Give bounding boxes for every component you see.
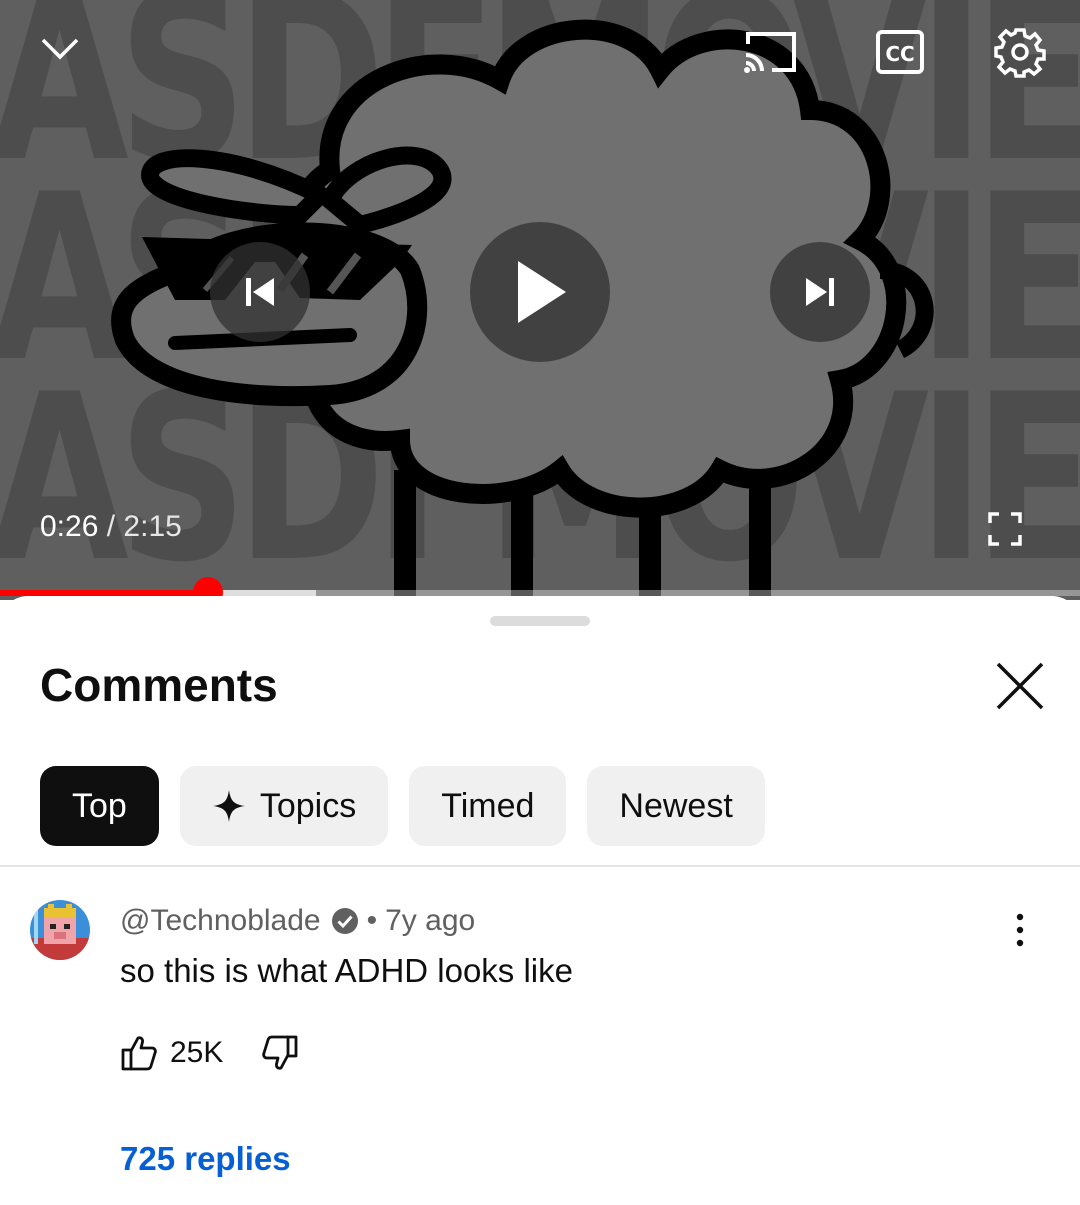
meta-bullet: • xyxy=(366,904,378,937)
skip-next-button[interactable] xyxy=(770,242,870,342)
closed-captions-icon[interactable]: CC xyxy=(876,30,924,74)
avatar[interactable] xyxy=(30,900,90,960)
filter-chip-timed[interactable]: Timed xyxy=(409,766,567,846)
video-player[interactable]: ASDFMOVIE10 ASDFMOVIE10 ASDFMOVIE10 xyxy=(0,0,1080,600)
comment-time: 7y ago xyxy=(385,904,476,937)
comment-filter-chips: Top Topics Timed Newest xyxy=(40,766,765,846)
play-icon xyxy=(518,261,566,323)
verified-check-icon xyxy=(331,907,359,935)
skip-previous-button[interactable] xyxy=(210,242,310,342)
video-duration: 2:15 xyxy=(123,510,182,543)
sparkle-icon xyxy=(212,789,246,823)
panel-title: Comments xyxy=(40,659,278,711)
thumbs-up-icon[interactable] xyxy=(120,1034,158,1072)
chip-label: Topics xyxy=(259,786,357,825)
thumbs-down-icon[interactable] xyxy=(261,1034,299,1072)
divider xyxy=(0,865,1080,867)
skip-next-icon xyxy=(806,278,834,306)
current-time: 0:26 xyxy=(40,510,99,543)
gear-icon[interactable] xyxy=(994,26,1046,78)
chip-label: Newest xyxy=(619,786,733,825)
play-button[interactable] xyxy=(470,222,610,362)
fullscreen-icon[interactable] xyxy=(988,512,1022,546)
svg-text:CC: CC xyxy=(885,42,914,66)
close-icon[interactable] xyxy=(994,660,1046,712)
comment-meta: @Technoblade • 7y ago xyxy=(120,904,475,938)
chip-label: Timed xyxy=(441,786,535,825)
chevron-down-icon[interactable] xyxy=(40,36,80,62)
comments-panel: Comments Top Topics Timed Newest @Techno… xyxy=(0,596,1080,1205)
filter-chip-newest[interactable]: Newest xyxy=(587,766,765,846)
more-options-icon[interactable] xyxy=(1008,912,1032,948)
skip-previous-icon xyxy=(246,278,274,306)
chip-label: Top xyxy=(72,786,127,825)
comment-text: so this is what ADHD looks like xyxy=(120,952,573,989)
filter-chip-topics[interactable]: Topics xyxy=(179,766,389,846)
replies-link[interactable]: 725 replies xyxy=(120,1140,291,1178)
cast-icon[interactable] xyxy=(742,30,798,74)
filter-chip-top[interactable]: Top xyxy=(40,766,159,846)
time-display: 0:26 / 2:15 xyxy=(40,510,182,544)
drag-handle[interactable] xyxy=(490,616,590,626)
comment-author[interactable]: @Technoblade xyxy=(120,904,321,938)
comment-actions: 25K xyxy=(120,1034,299,1072)
time-separator: / xyxy=(106,510,116,543)
like-count: 25K xyxy=(170,1036,224,1069)
